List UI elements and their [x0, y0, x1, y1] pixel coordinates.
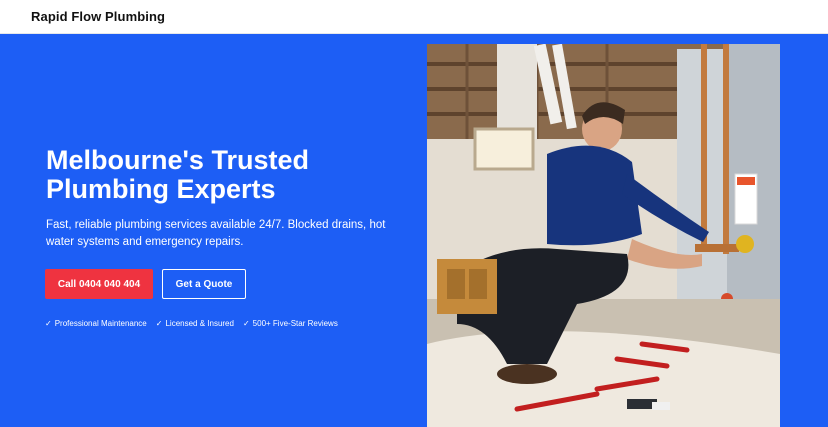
site-header: Rapid Flow Plumbing	[0, 0, 828, 34]
hero-section: Melbourne's Trusted Plumbing Experts Fas…	[0, 34, 828, 427]
checkmark-icon: ✓	[45, 319, 52, 328]
checkmark-icon: ✓	[155, 319, 163, 328]
feature-list: ✓ Professional Maintenance ✓ Licensed & …	[45, 319, 338, 331]
feature-label: 500+ Five-Star Reviews	[252, 319, 338, 328]
call-button[interactable]: Call 0404 040 404	[45, 269, 153, 299]
feature-item: ✓ 500+ Five-Star Reviews	[243, 319, 338, 331]
plumber-photo-illustration	[427, 44, 780, 427]
hero-subtext: Fast, reliable plumbing services availab…	[46, 219, 386, 248]
checkmark-icon: ✓	[242, 319, 250, 328]
hero-headline-line-1: Melbourne's Trusted	[46, 145, 309, 175]
feature-item: ✓ Licensed & Insured	[156, 319, 234, 331]
brand-logo[interactable]: Rapid Flow Plumbing	[31, 9, 165, 24]
hero-photo	[427, 44, 780, 427]
hero-headline-line-2: Plumbing Experts	[46, 174, 276, 204]
feature-label: Licensed & Insured	[165, 319, 234, 328]
hero-headline: Melbourne's Trusted Plumbing Experts	[46, 146, 386, 204]
get-quote-button[interactable]: Get a Quote	[162, 269, 246, 299]
feature-item: ✓ Professional Maintenance	[45, 319, 147, 331]
feature-label: Professional Maintenance	[54, 319, 147, 328]
